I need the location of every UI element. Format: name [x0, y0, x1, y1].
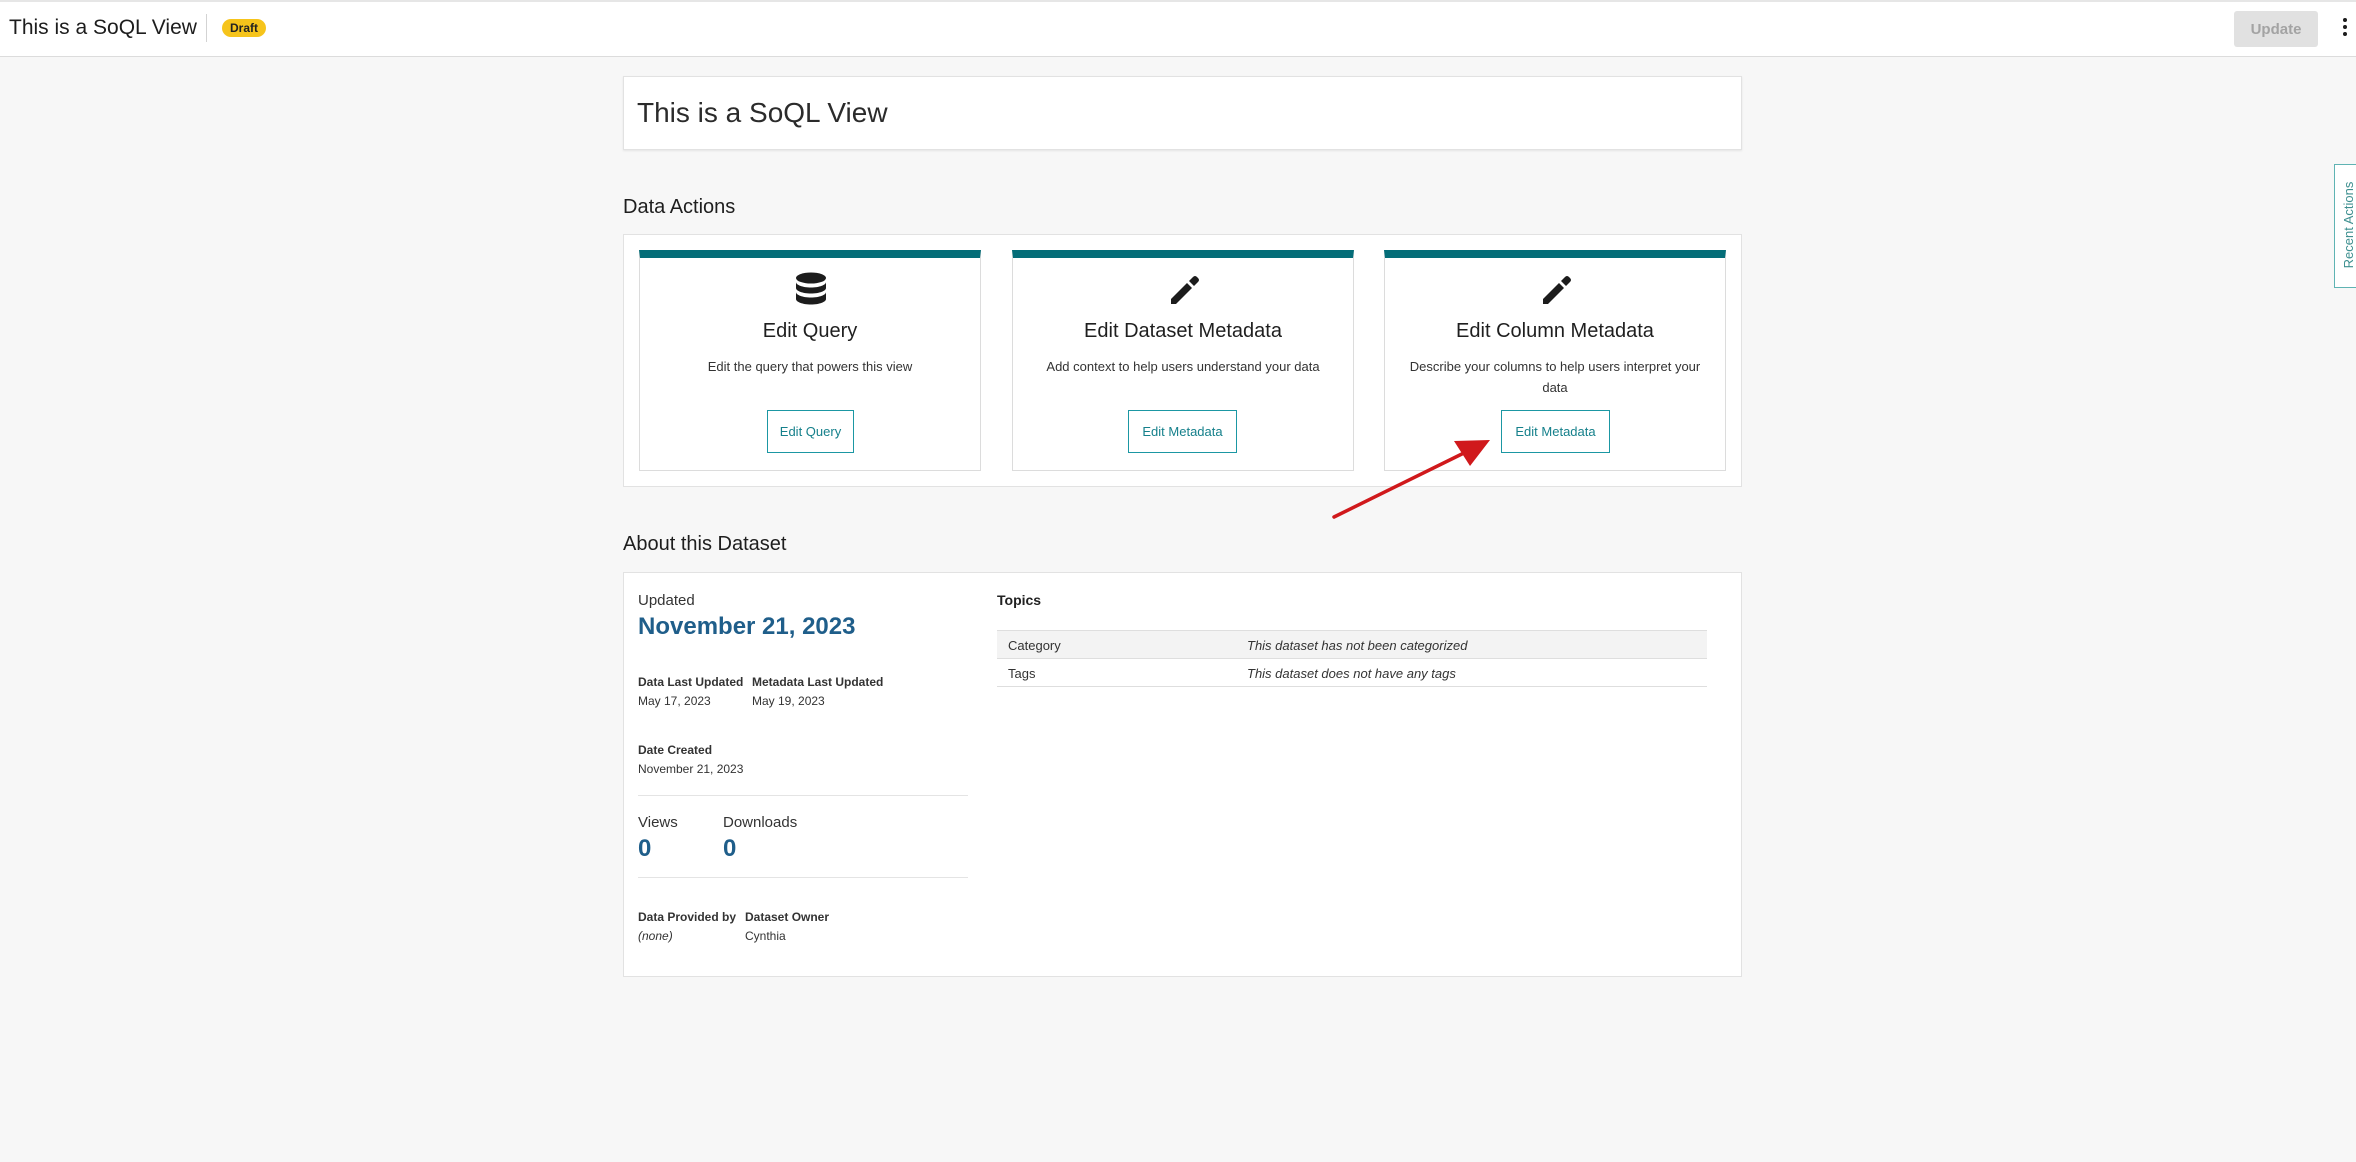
date-created-value: November 21, 2023: [638, 762, 744, 776]
pencil-icon: [1543, 276, 1571, 304]
page-title: This is a SoQL View: [637, 97, 888, 128]
kebab-menu-icon[interactable]: [2340, 18, 2350, 40]
divider: [638, 795, 968, 796]
table-row: Category This dataset has not been categ…: [997, 631, 1707, 659]
edit-column-metadata-title: Edit Column Metadata: [1456, 320, 1654, 342]
topics-value: This dataset does not have any tags: [1247, 666, 1456, 681]
app-title: This is a SoQL View: [9, 16, 197, 39]
about-panel: Updated November 21, 2023 Data Last Upda…: [623, 572, 1742, 977]
top-bar: This is a SoQL View Draft Update: [0, 0, 2356, 57]
data-actions-heading: Data Actions: [623, 196, 736, 218]
edit-query-card: Edit Query Edit the query that powers th…: [639, 250, 981, 471]
downloads-label: Downloads: [723, 814, 798, 831]
data-provided-by-label: Data Provided by: [638, 910, 737, 924]
edit-query-description: Edit the query that powers this view: [707, 359, 913, 374]
downloads-count: 0: [723, 835, 737, 862]
recent-actions-tab[interactable]: Recent Actions: [2334, 164, 2356, 288]
data-provided-by-value: (none): [638, 929, 673, 943]
edit-dataset-metadata-button[interactable]: Edit Metadata: [1128, 410, 1237, 453]
title-card: This is a SoQL View: [623, 76, 1742, 150]
about-heading: About this Dataset: [623, 533, 787, 555]
edit-query-title: Edit Query: [762, 320, 858, 342]
data-last-updated-label: Data Last Updated: [638, 675, 744, 689]
topics-table: Category This dataset has not been categ…: [997, 630, 1707, 687]
metadata-last-updated-label: Metadata Last Updated: [752, 675, 884, 689]
edit-query-button[interactable]: Edit Query: [767, 410, 854, 453]
topics-value: This dataset has not been categorized: [1247, 638, 1468, 653]
divider: [638, 877, 968, 878]
data-actions-panel: Edit Query Edit the query that powers th…: [623, 234, 1742, 487]
edit-dataset-metadata-title: Edit Dataset Metadata: [1084, 320, 1282, 342]
pencil-icon: [1171, 276, 1199, 304]
edit-dataset-metadata-card: Edit Dataset Metadata Add context to hel…: [1012, 250, 1354, 471]
recent-actions-label: Recent Actions: [2341, 181, 2356, 269]
draft-badge: Draft: [222, 19, 267, 37]
topics-title: Topics: [997, 592, 1042, 608]
dataset-owner-label: Dataset Owner: [745, 910, 830, 924]
date-created-label: Date Created: [638, 743, 713, 757]
updated-label: Updated: [638, 592, 695, 609]
updated-date: November 21, 2023: [638, 613, 856, 640]
metadata-last-updated-value: May 19, 2023: [752, 694, 825, 708]
topics-key: Category: [1008, 638, 1061, 653]
edit-column-metadata-button[interactable]: Edit Metadata: [1501, 410, 1610, 453]
update-button[interactable]: Update: [2234, 11, 2318, 47]
title-divider: [206, 14, 207, 42]
topics-key: Tags: [1008, 666, 1036, 681]
table-row: Tags This dataset does not have any tags: [997, 659, 1707, 687]
database-icon: [796, 272, 826, 305]
edit-column-metadata-description: Describe your columns to help users inte…: [1409, 359, 1701, 395]
views-count: 0: [638, 835, 652, 862]
edit-dataset-metadata-description: Add context to help users understand you…: [1046, 359, 1320, 374]
views-label: Views: [638, 814, 678, 831]
data-last-updated-value: May 17, 2023: [638, 694, 711, 708]
annotation-arrow-icon: [1332, 440, 1490, 519]
dataset-owner-value: Cynthia: [745, 929, 786, 943]
